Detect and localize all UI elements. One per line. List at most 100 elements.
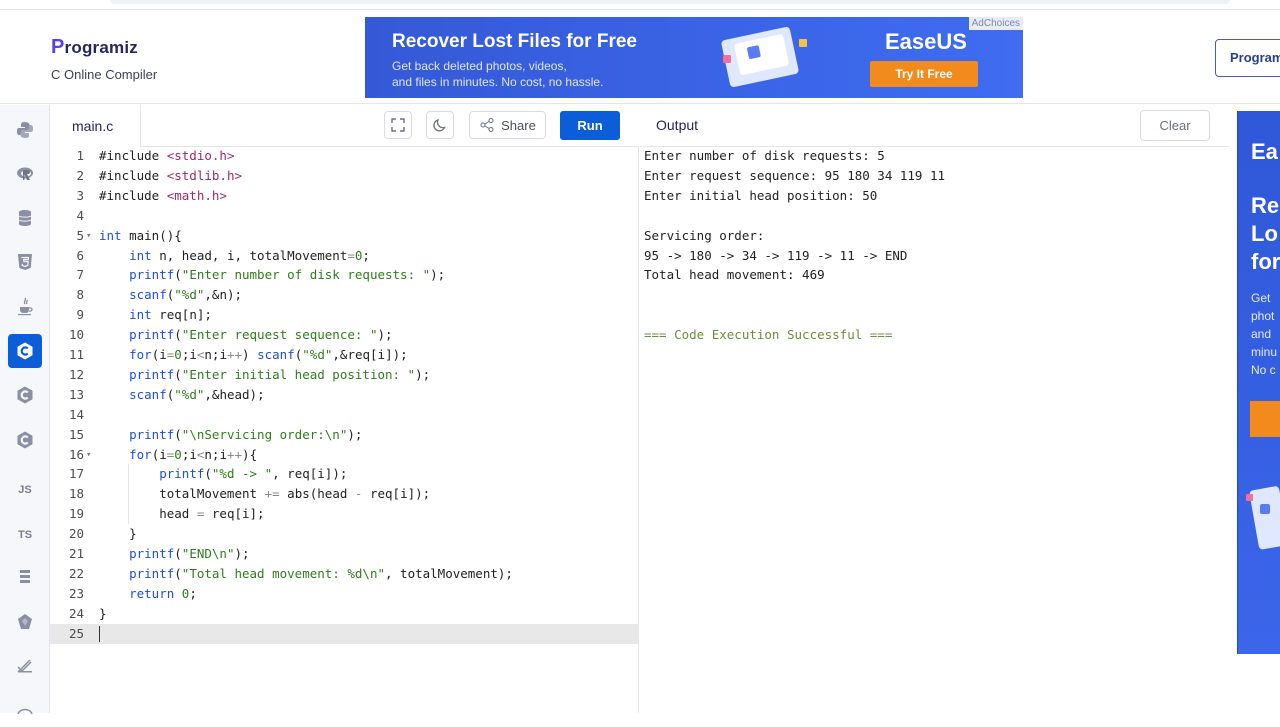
- swift-language-icon[interactable]: [8, 649, 42, 683]
- share-label: Share: [501, 117, 536, 133]
- programiz-pro-button[interactable]: Programiz PRO: [1215, 39, 1280, 77]
- top-banner-ad[interactable]: Recover Lost Files for Free Get back del…: [365, 17, 1023, 98]
- code-line[interactable]: 25: [50, 623, 639, 644]
- side-ad-title-3: for: [1251, 249, 1280, 274]
- output-console[interactable]: Enter number of disk requests: 5 Enter re…: [640, 147, 1229, 713]
- ad-try-free-button[interactable]: Try It Free: [870, 61, 978, 87]
- code-text: }: [99, 526, 137, 542]
- code-line[interactable]: 13 scanf("%d",&head);: [50, 385, 639, 405]
- line-number: 8: [76, 287, 84, 303]
- code-line[interactable]: 11 for(i=0;i<n;i++) scanf("%d",&req[i]);: [50, 345, 639, 365]
- code-line[interactable]: 10 printf("Enter request sequence: ");: [50, 325, 639, 345]
- code-line[interactable]: 9 int req[n];: [50, 305, 639, 325]
- fold-arrow-icon[interactable]: ▾: [86, 226, 91, 246]
- c-language-icon[interactable]: [8, 334, 42, 368]
- javascript-language-icon[interactable]: JS: [8, 473, 42, 507]
- code-line[interactable]: 3 #include <math.h>: [50, 186, 639, 206]
- line-number: 23: [68, 585, 84, 601]
- code-text: printf("END\n");: [129, 546, 250, 561]
- output-line: Enter request sequence: 95 180 34 119 11: [644, 167, 946, 183]
- code-editor[interactable]: 1 #include <stdio.h> 2 #include <stdlib.h> 3…: [50, 147, 639, 713]
- side-ad-title-1: Re: [1251, 193, 1280, 218]
- python-language-icon[interactable]: [8, 113, 42, 147]
- go-language-icon[interactable]: [8, 560, 42, 594]
- code-text: int main(){: [99, 227, 182, 243]
- line-number: 4: [76, 207, 84, 223]
- code-text: printf("Total head movement: %d\n", tota…: [129, 565, 513, 581]
- php-language-icon[interactable]: [8, 605, 42, 639]
- code-line[interactable]: 4: [50, 206, 639, 226]
- side-banner-ad[interactable]: Ea Re Lo for Get phot and minu No c: [1237, 111, 1280, 654]
- code-text: for(i=0;i<n;i++) scanf("%d",&req[i]);: [129, 347, 408, 362]
- code-line[interactable]: 18 totalMovement += abs(head - req[i]);: [50, 484, 639, 504]
- line-number: 21: [68, 546, 84, 561]
- code-text: totalMovement += abs(head - req[i]);: [99, 486, 431, 502]
- run-button[interactable]: Run: [560, 111, 620, 140]
- line-number: 25: [68, 625, 84, 641]
- line-number: 6: [76, 247, 84, 263]
- line-number: 7: [76, 267, 84, 283]
- line-number: 10: [68, 327, 84, 343]
- output-line: Enter initial head position: 50: [644, 187, 878, 203]
- output-title: Output: [656, 117, 699, 133]
- side-ad-cta-button[interactable]: [1250, 401, 1280, 437]
- r-language-icon[interactable]: [8, 157, 42, 191]
- code-line[interactable]: 7 printf("Enter number of disk requests:…: [50, 265, 639, 285]
- programiz-logo[interactable]: Programiz: [51, 36, 138, 59]
- code-line[interactable]: 20 }: [50, 524, 639, 544]
- output-line: Servicing order:: [644, 227, 765, 243]
- code-line[interactable]: 23 return 0;: [50, 584, 639, 604]
- code-text: printf("Enter request sequence: ");: [129, 327, 393, 343]
- code-line[interactable]: 21 printf("END\n");: [50, 544, 639, 564]
- fullscreen-icon[interactable]: [384, 111, 412, 139]
- code-line[interactable]: 15 printf("\nServicing order:\n");: [50, 425, 639, 445]
- code-line[interactable]: 14: [50, 405, 639, 425]
- code-line[interactable]: 22 printf("Total head movement: %d\n", t…: [50, 564, 639, 584]
- code-line[interactable]: 16 ▾ for(i=0;i<n;i++){: [50, 445, 639, 465]
- line-number: 12: [68, 366, 84, 382]
- line-number: 14: [68, 406, 84, 422]
- clear-button[interactable]: Clear: [1140, 110, 1210, 141]
- line-number: 1: [76, 148, 84, 163]
- code-line[interactable]: 2 #include <stdlib.h>: [50, 166, 639, 186]
- code-line[interactable]: 6 int n, head, i, totalMovement=0;: [50, 246, 639, 266]
- line-number: 5: [76, 227, 84, 243]
- code-line[interactable]: 1 #include <stdio.h>: [50, 146, 639, 166]
- code-text: printf("\nServicing order:\n");: [129, 426, 363, 442]
- line-number: 20: [68, 526, 84, 542]
- typescript-language-icon[interactable]: TS: [8, 518, 42, 552]
- page-subtitle: C Online Compiler: [51, 67, 158, 82]
- side-ad-text-2: phot: [1251, 309, 1275, 323]
- html-language-icon[interactable]: [8, 245, 42, 279]
- code-line[interactable]: 5 ▾ int main(){: [50, 226, 639, 246]
- line-number: 11: [68, 347, 84, 362]
- fold-arrow-icon[interactable]: ▾: [86, 445, 91, 465]
- editor-toolbar: main.c Share Run: [50, 105, 639, 147]
- file-tab-main-c[interactable]: main.c: [50, 105, 141, 147]
- indent-guide: [128, 464, 129, 525]
- code-line[interactable]: 24}: [50, 604, 639, 624]
- line-number: 15: [68, 426, 84, 442]
- rust-language-icon[interactable]: [8, 693, 42, 727]
- line-number: 22: [68, 565, 84, 581]
- share-button[interactable]: Share: [469, 111, 546, 139]
- code-text: #include <math.h>: [99, 187, 227, 203]
- sql-language-icon[interactable]: [8, 201, 42, 235]
- csharp-language-icon[interactable]: [8, 423, 42, 457]
- text-cursor: [99, 625, 100, 642]
- output-line: Total head movement: 469: [644, 267, 825, 283]
- code-line[interactable]: 8 scanf("%d",&n);: [50, 285, 639, 305]
- line-number: 16: [68, 446, 84, 462]
- side-ad-text-5: No c: [1251, 363, 1276, 377]
- code-line[interactable]: 17 printf("%d -> ", req[i]);: [50, 464, 639, 484]
- line-number: 3: [76, 187, 84, 203]
- line-number: 18: [68, 486, 84, 502]
- adchoices-badge[interactable]: AdChoices: [968, 17, 1023, 30]
- code-text: for(i=0;i<n;i++){: [129, 446, 258, 462]
- dark-mode-moon-icon[interactable]: [426, 111, 454, 139]
- code-line[interactable]: 12 printf("Enter initial head position: …: [50, 365, 639, 385]
- code-text: head = req[i];: [99, 506, 265, 522]
- code-line[interactable]: 19 head = req[i];: [50, 504, 639, 524]
- cpp-language-icon[interactable]: [8, 378, 42, 412]
- java-language-icon[interactable]: [8, 289, 42, 323]
